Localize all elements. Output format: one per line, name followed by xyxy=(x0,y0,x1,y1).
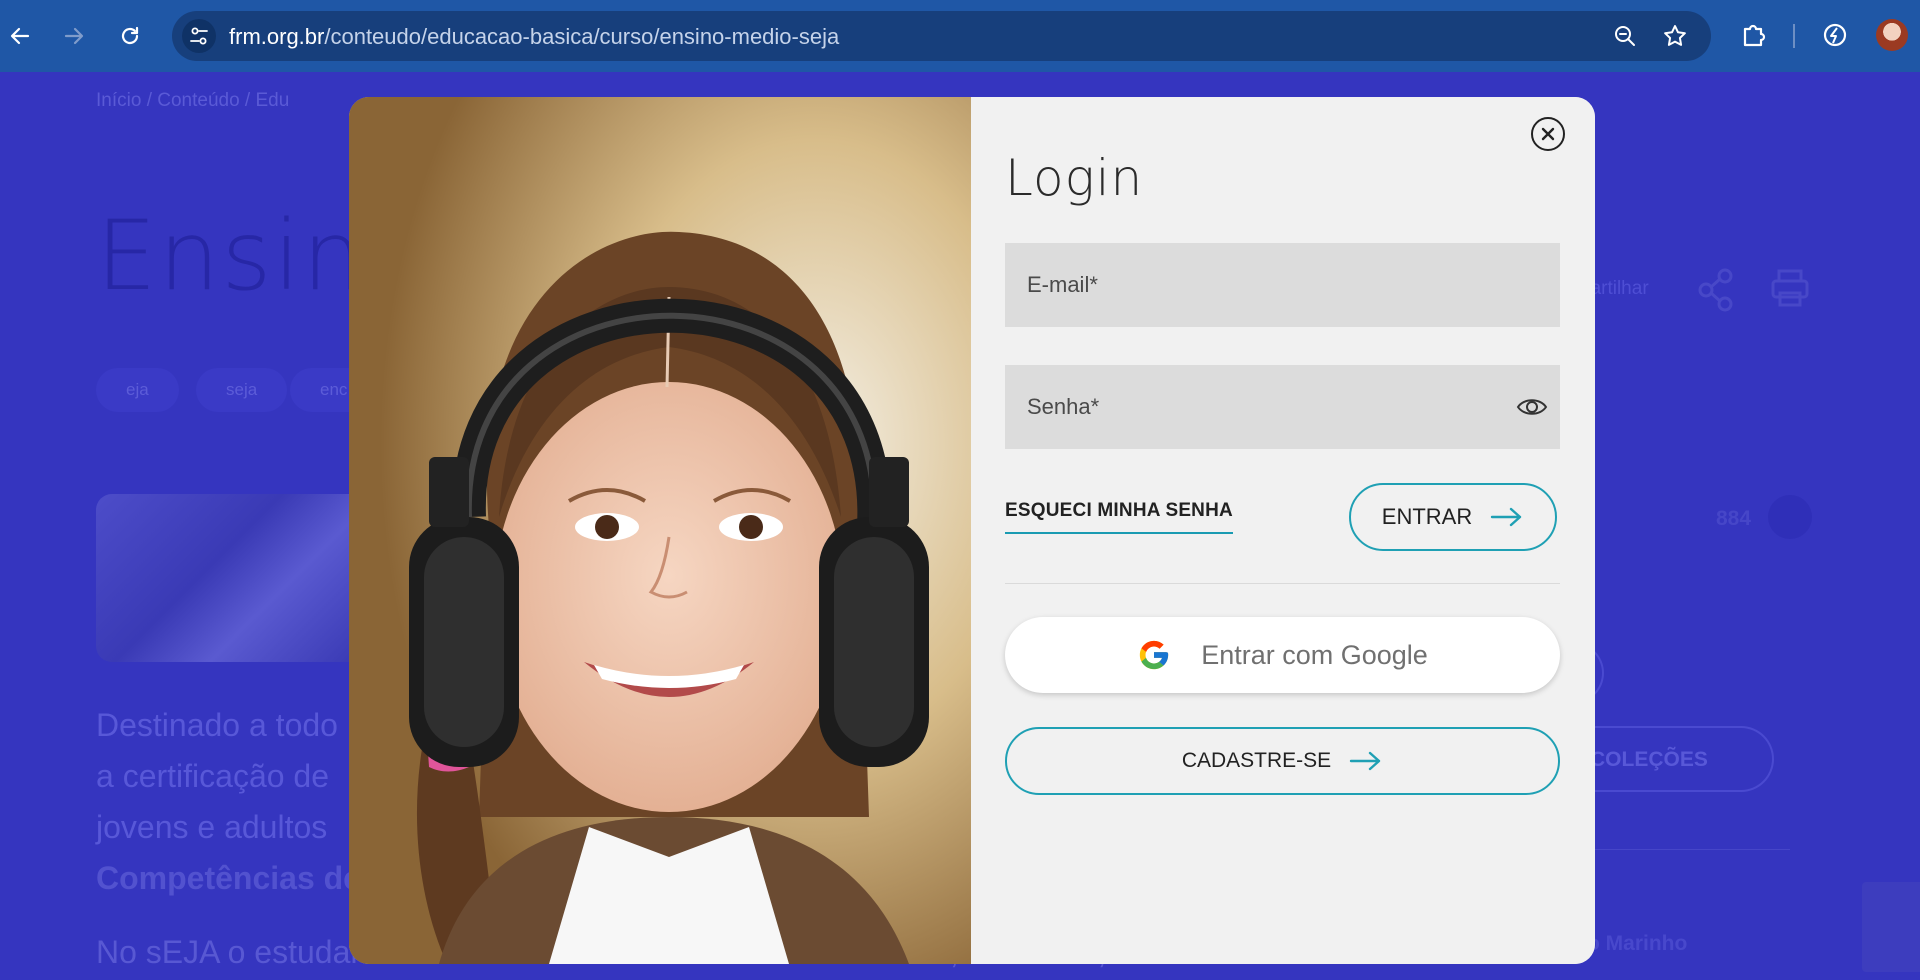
collections-label: COLEÇÕES xyxy=(1590,748,1708,771)
google-login-label: Entrar com Google xyxy=(1201,639,1428,670)
avatar[interactable] xyxy=(1876,19,1908,51)
forgot-password-link[interactable]: ESQUECI MINHA SENHA xyxy=(1005,500,1233,534)
url-host: frm.org.br xyxy=(229,24,325,49)
like-count: 884 xyxy=(1716,507,1752,530)
thumbs-up-icon xyxy=(1768,495,1812,539)
arrow-right-icon xyxy=(1491,507,1522,527)
login-button[interactable]: ENTRAR xyxy=(1349,483,1557,551)
address-bar[interactable]: frm.org.br/conteudo/educacao-basica/curs… xyxy=(172,11,1711,61)
url-path: /conteudo/educacao-basica/curso/ensino-m… xyxy=(324,24,840,49)
signup-button-label: CADASTRE-SE xyxy=(1181,749,1332,772)
puzzle-icon[interactable] xyxy=(1739,20,1769,50)
author-name: to Marinho xyxy=(1580,932,1688,955)
password-field-container xyxy=(1005,365,1560,449)
reload-icon xyxy=(121,26,139,45)
google-login-button[interactable]: Entrar com Google xyxy=(1005,617,1560,693)
password-field[interactable] xyxy=(1005,365,1560,449)
email-field-container xyxy=(1005,243,1560,327)
print-icon xyxy=(1771,269,1809,307)
divider xyxy=(1005,583,1560,584)
tag-chip: eja xyxy=(96,368,179,412)
site-info-button[interactable] xyxy=(182,19,216,53)
arrow-right-icon xyxy=(1349,751,1381,771)
modal-photo xyxy=(349,97,971,964)
login-modal: Login ESQUECI MINHA SENHA ENTRAR Entrar … xyxy=(349,97,1595,964)
login-form: Login ESQUECI MINHA SENHA ENTRAR Entrar … xyxy=(971,97,1595,964)
child-with-headphones-illustration xyxy=(349,97,971,964)
login-button-label: ENTRAR xyxy=(1381,504,1473,529)
reload-button[interactable] xyxy=(112,18,148,54)
tag-chip: seja xyxy=(196,368,288,412)
description-line: a certificação de xyxy=(96,758,330,794)
description-line: Destinado a todo xyxy=(96,707,338,743)
arrow-left-icon xyxy=(10,27,30,45)
arrow-right-icon xyxy=(64,27,84,45)
eye-icon[interactable] xyxy=(1516,394,1548,420)
recaptcha-badge xyxy=(1862,882,1920,972)
description-bold: Competências de xyxy=(96,853,361,904)
google-logo-icon xyxy=(1140,640,1169,670)
divider xyxy=(1590,849,1790,850)
toolbar-divider xyxy=(1793,24,1795,48)
leaf-icon[interactable] xyxy=(1820,20,1850,50)
signup-button[interactable]: CADASTRE-SE xyxy=(1005,727,1560,795)
share-icon xyxy=(1698,268,1733,312)
description-bold-text: Competências de xyxy=(96,860,361,896)
description-line: jovens e adultos xyxy=(96,809,328,845)
browser-toolbar: frm.org.br/conteudo/educacao-basica/curs… xyxy=(0,0,1920,72)
back-button[interactable] xyxy=(2,18,38,54)
forward-button[interactable] xyxy=(56,18,92,54)
email-field[interactable] xyxy=(1005,243,1560,327)
zoom-out-icon[interactable] xyxy=(1612,23,1638,49)
description: Destinado a todo a certificação de joven… xyxy=(96,700,361,904)
url-text: frm.org.br/conteudo/educacao-basica/curs… xyxy=(229,24,839,50)
page-title: Ensin xyxy=(96,200,366,312)
tune-icon xyxy=(190,27,208,45)
star-icon[interactable] xyxy=(1662,23,1688,49)
close-button[interactable] xyxy=(1531,117,1565,151)
login-title: Login xyxy=(1005,149,1144,207)
breadcrumb: Início / Conteúdo / Edu xyxy=(96,90,290,111)
close-icon xyxy=(1541,127,1555,141)
